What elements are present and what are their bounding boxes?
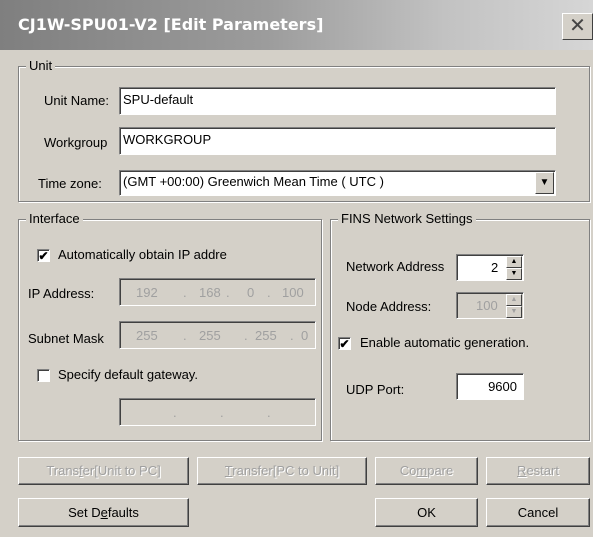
subnet-octet-2: 255 bbox=[199, 328, 221, 343]
subnet-mask-field[interactable]: 255 . 255 . 255 . 0 bbox=[119, 321, 316, 349]
timezone-value: (GMT +00:00) Greenwich Mean Time ( UTC ) bbox=[123, 174, 384, 189]
close-button[interactable]: ✕ bbox=[562, 13, 593, 40]
ok-button[interactable]: OK bbox=[375, 498, 478, 527]
spin-up-icon: ▲ bbox=[510, 258, 518, 265]
checkmark-icon: ✔ bbox=[38, 249, 49, 263]
auto-ip-checkbox[interactable]: ✔ bbox=[37, 249, 50, 262]
transfer-pc-to-unit-button[interactable]: Transfer[PC to Unit] bbox=[197, 457, 367, 485]
node-address-value: 100 bbox=[476, 298, 498, 313]
subnet-octet-3: 255 bbox=[255, 328, 277, 343]
timezone-select[interactable]: (GMT +00:00) Greenwich Mean Time ( UTC ) bbox=[119, 170, 556, 196]
window-title: CJ1W-SPU01-V2 [Edit Parameters] bbox=[18, 15, 324, 34]
ip-octet-2: 168 bbox=[199, 285, 221, 300]
cancel-button[interactable]: Cancel bbox=[486, 498, 590, 527]
network-address-value: 2 bbox=[491, 260, 499, 275]
subnet-octet-4: 0 bbox=[301, 328, 309, 343]
node-address-label: Node Address: bbox=[346, 299, 432, 314]
transfer-unit-to-pc-button[interactable]: Transfer[Unit to PC] bbox=[18, 457, 189, 485]
workgroup-label: Workgroup bbox=[44, 135, 108, 150]
close-icon: ✕ bbox=[569, 13, 586, 37]
unit-name-label: Unit Name: bbox=[44, 93, 110, 108]
workgroup-input[interactable]: WORKGROUP bbox=[119, 127, 556, 155]
network-address-spin-down[interactable]: ▼ bbox=[506, 268, 522, 280]
subnet-octet-1: 255 bbox=[136, 328, 158, 343]
network-address-spin-up[interactable]: ▲ bbox=[506, 256, 522, 268]
ip-octet-1: 192 bbox=[136, 285, 158, 300]
ip-address-label: IP Address: bbox=[28, 286, 95, 301]
unit-name-input[interactable]: SPU-default bbox=[119, 87, 556, 115]
spin-down-icon: ▼ bbox=[510, 270, 518, 277]
network-address-label: Network Address bbox=[346, 259, 445, 274]
gateway-label[interactable]: Specify default gateway. bbox=[58, 367, 198, 383]
udp-port-input[interactable]: 9600 bbox=[456, 373, 524, 400]
gateway-field[interactable]: . . . bbox=[119, 398, 316, 426]
fins-group-legend: FINS Network Settings bbox=[338, 212, 476, 226]
subnet-mask-label: Subnet Mask bbox=[28, 331, 104, 346]
auto-ip-label[interactable]: Automatically obtain IP addre bbox=[58, 247, 227, 263]
unit-group-legend: Unit bbox=[26, 59, 56, 73]
auto-generation-label[interactable]: Enable automatic generation. bbox=[360, 335, 529, 351]
spin-up-icon: ▲ bbox=[510, 296, 518, 303]
restart-button[interactable]: Restart bbox=[486, 457, 590, 485]
timezone-dropdown-button[interactable]: ▼ bbox=[535, 172, 554, 194]
title-bar: CJ1W-SPU01-V2 [Edit Parameters] bbox=[0, 0, 593, 50]
set-defaults-button[interactable]: Set Defaults bbox=[18, 498, 189, 527]
fins-group bbox=[330, 219, 590, 441]
ip-address-field[interactable]: 192 . 168 . 0 . 100 bbox=[119, 278, 316, 306]
chevron-down-icon: ▼ bbox=[539, 177, 550, 188]
timezone-label: Time zone: bbox=[38, 176, 102, 191]
udp-port-label: UDP Port: bbox=[346, 382, 405, 397]
spin-down-icon: ▼ bbox=[510, 308, 518, 315]
node-address-spin-up[interactable]: ▲ bbox=[506, 294, 522, 306]
ip-octet-4: 100 bbox=[282, 285, 304, 300]
gateway-checkbox[interactable] bbox=[37, 369, 50, 382]
udp-port-value: 9600 bbox=[488, 379, 517, 394]
node-address-spin-down[interactable]: ▼ bbox=[506, 306, 522, 318]
compare-button[interactable]: Compare bbox=[375, 457, 478, 485]
auto-generation-checkbox[interactable]: ✔ bbox=[338, 337, 351, 350]
ip-octet-3: 0 bbox=[247, 285, 255, 300]
checkmark-icon: ✔ bbox=[339, 337, 350, 351]
interface-group-legend: Interface bbox=[26, 212, 83, 226]
